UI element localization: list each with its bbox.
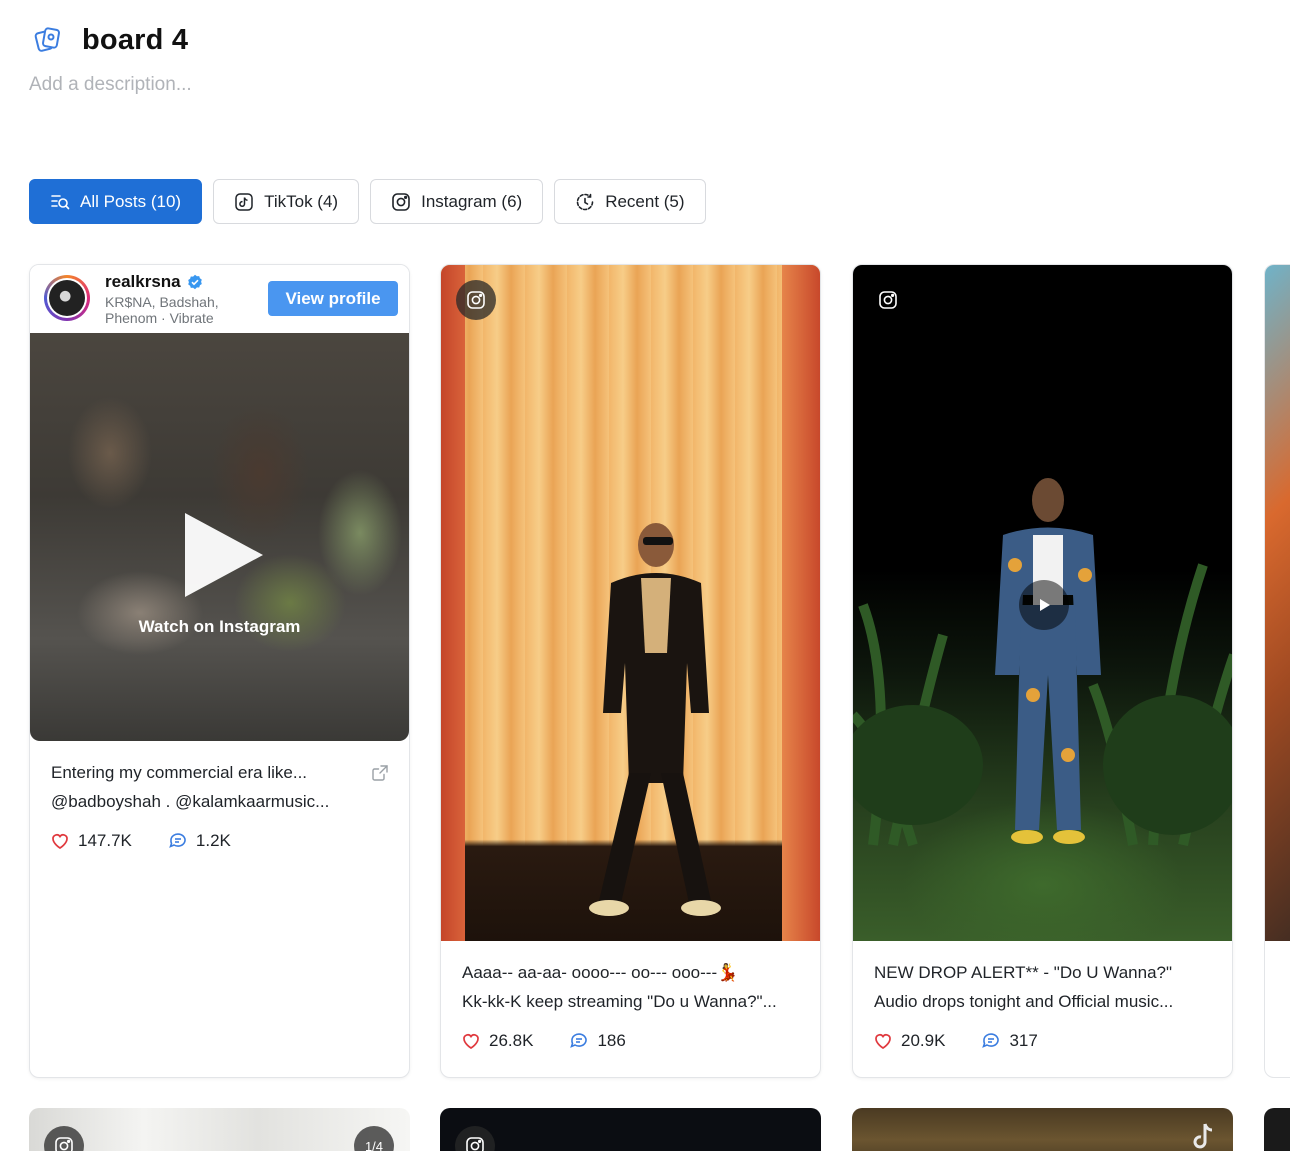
recent-icon [576,193,594,210]
person-figure [995,478,1101,844]
post-card[interactable]: Aaaa-- aa-aa- oooo--- oo--- ooo---💃 Kk-k… [440,264,821,1078]
carousel-counter: 1/4 [354,1126,394,1151]
board-title[interactable]: board 4 [82,24,188,57]
comments-count: 1.2K [195,831,231,850]
post-stats: 20.9K 317 [873,1031,1038,1051]
post-card-partial[interactable] [1264,1108,1290,1151]
tab-instagram[interactable]: Instagram (6) [370,179,544,224]
post-thumbnail[interactable] [1265,265,1290,941]
instagram-icon [466,1137,484,1151]
post-stats: 147.7K 1.2K [50,831,231,851]
verified-badge-icon [187,274,202,290]
play-button[interactable] [1019,580,1069,630]
tab-recent[interactable]: Recent (5) [554,179,706,224]
play-icon[interactable] [185,513,263,597]
post-card-partial[interactable]: 1/4 [29,1108,410,1151]
board-cards-icon [30,22,66,58]
tab-all-posts[interactable]: All Posts (10) [29,179,203,224]
tiktok-icon [1193,1123,1213,1149]
post-thumbnail[interactable] [853,265,1232,941]
post-caption: Entering my commercial era like... @badb… [51,758,363,816]
instagram-icon [467,291,485,309]
tab-label: TikTok (4) [264,191,339,211]
view-profile-button[interactable]: View profile [268,281,398,316]
caption-line: Entering my commercial era like... [51,763,308,782]
play-icon [1040,599,1050,611]
comments-count: 186 [597,1031,626,1050]
caption-line: Aaaa-- aa-aa- oooo--- oo--- ooo---💃 [462,963,739,982]
instagram-icon [392,192,410,211]
instagram-badge [456,280,496,320]
tab-label: Recent (5) [605,191,685,211]
person-figure [589,523,721,916]
post-thumbnail[interactable] [441,265,820,941]
post-caption: NEW DROP ALERT** - "Do U Wanna?" Audio d… [874,958,1208,1016]
instagram-badge [868,280,908,320]
post-caption: Aaaa-- aa-aa- oooo--- oo--- ooo---💃 Kk-k… [462,958,796,1016]
tiktok-icon [235,192,253,211]
watch-on-instagram-link[interactable]: Watch on Instagram [30,617,409,637]
embed-video-thumbnail[interactable]: Watch on Instagram [30,333,409,741]
instagram-badge [455,1126,495,1151]
caption-line: @badboyshah . @kalamkaarmusic... [51,792,330,811]
post-card[interactable]: realkrsna KR$NA, Badshah, Phenom · Vibra… [29,264,410,1078]
tab-label: Instagram (6) [421,191,523,211]
comment-icon[interactable] [168,831,188,851]
heart-icon[interactable] [461,1031,481,1051]
post-stats: 26.8K 186 [461,1031,626,1051]
post-card-partial[interactable] [440,1108,821,1151]
embed-header: realkrsna KR$NA, Badshah, Phenom · Vibra… [30,265,409,333]
instagram-icon [55,1137,73,1151]
embed-subtitle: KR$NA, Badshah, Phenom · Vibrate [105,294,219,326]
external-link-icon[interactable] [371,764,389,787]
heart-icon[interactable] [50,831,70,851]
avatar[interactable] [44,275,90,321]
post-card-partial[interactable] [1264,264,1290,1078]
comment-icon[interactable] [981,1031,1001,1051]
caption-line: Audio drops tonight and Official music..… [874,992,1174,1011]
tab-label: All Posts (10) [80,191,182,211]
list-search-icon [51,194,70,209]
post-card-partial[interactable] [852,1108,1233,1151]
board-description-input[interactable]: Add a description... [29,74,192,96]
instagram-icon [879,291,897,309]
post-card[interactable]: NEW DROP ALERT** - "Do U Wanna?" Audio d… [852,264,1233,1078]
likes-count: 20.9K [901,1031,946,1050]
username-text: realkrsna [105,272,181,291]
caption-line: NEW DROP ALERT** - "Do U Wanna?" [874,963,1173,982]
board-header: board 4 [30,22,188,58]
comment-icon[interactable] [569,1031,589,1051]
likes-count: 147.7K [78,831,132,850]
tab-tiktok[interactable]: TikTok (4) [213,179,360,224]
caption-line: Kk-kk-K keep streaming "Do u Wanna?"... [462,992,777,1011]
embed-username[interactable]: realkrsna [105,272,203,292]
instagram-badge [44,1126,84,1151]
filter-tabs: All Posts (10) TikTok (4) Instagram (6) … [29,179,706,224]
likes-count: 26.8K [489,1031,534,1050]
comments-count: 317 [1009,1031,1038,1050]
heart-icon[interactable] [873,1031,893,1051]
